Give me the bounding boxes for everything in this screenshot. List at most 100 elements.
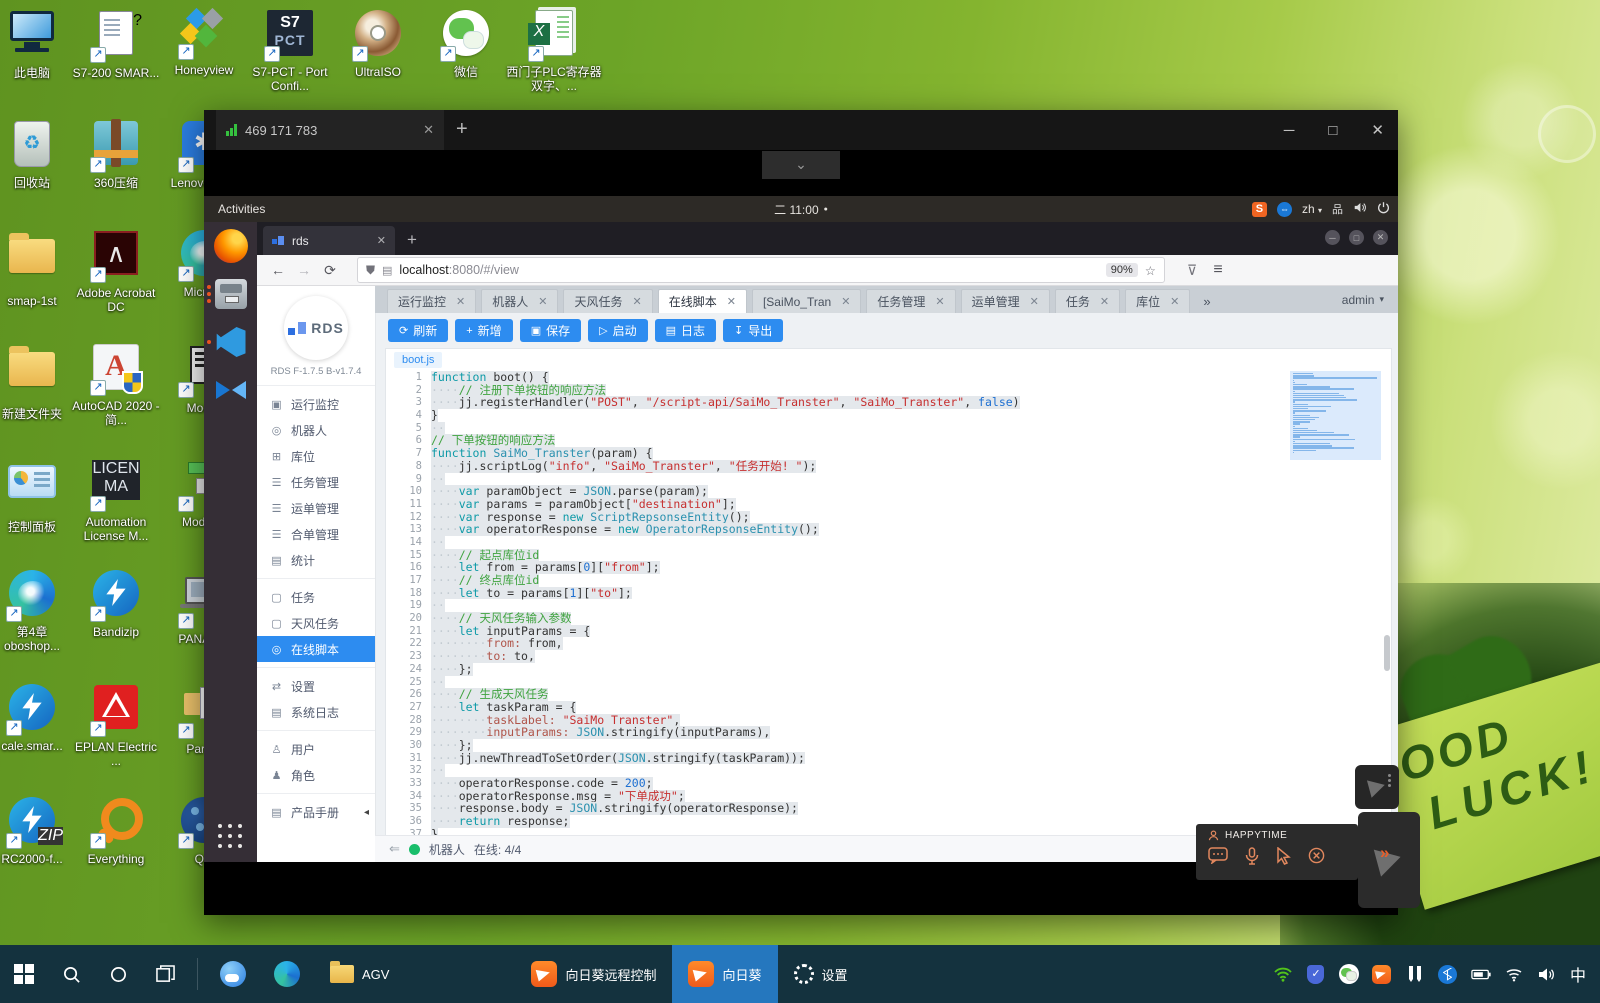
close-tab-icon[interactable]: ✕ [1100, 295, 1109, 308]
desktop-icon-4[interactable]: ↗UltraISO [334, 8, 422, 79]
sidebar-item-在线脚本[interactable]: ◎在线脚本 [257, 636, 375, 662]
sidebar-item-统计[interactable]: ▤统计 [257, 547, 375, 573]
close-tab-icon[interactable]: ✕ [1170, 295, 1179, 308]
desktop-icon-22[interactable]: ↗cale.smar... [0, 682, 76, 753]
maximize-button[interactable]: □ [1328, 122, 1337, 139]
sunlogin-tray-icon[interactable] [1372, 964, 1392, 984]
desktop-icon-11[interactable]: ∧↗Adobe Acrobat DC [72, 228, 160, 314]
clock[interactable]: 二 11:00 [774, 201, 818, 218]
pocket-icon[interactable]: ⊽ [1179, 262, 1205, 279]
speaker-icon[interactable] [1537, 964, 1557, 984]
close-session-icon[interactable]: ✕ [423, 122, 434, 138]
dock-item-vscode[interactable] [204, 318, 257, 366]
desktop-icon-1[interactable]: ?↗S7-200 SMAR... [72, 8, 160, 80]
desktop-icon-6[interactable]: X↗西门子PLC寄存器双字、... [506, 8, 602, 93]
desktop-icon-16[interactable]: 控制面板 [0, 455, 76, 534]
close-tab-icon[interactable]: ✕ [841, 295, 850, 308]
cortana-button[interactable] [95, 945, 142, 1003]
tab-overflow-button[interactable]: » [1195, 289, 1218, 313]
bluetooth-icon[interactable] [1438, 964, 1458, 984]
close-tab-icon[interactable]: ✕ [935, 295, 944, 308]
show-applications-button[interactable] [218, 824, 244, 850]
toolbar-button-启动[interactable]: ▷启动 [588, 319, 647, 342]
drag-dots-icon[interactable] [1388, 774, 1391, 787]
cellular-icon[interactable] [1504, 964, 1524, 984]
taskbar-folder-agv[interactable]: AGV [314, 945, 405, 1003]
close-icon[interactable] [1308, 847, 1325, 870]
desktop-icon-26[interactable]: ↗Everything [72, 795, 160, 866]
sidebar-item-库位[interactable]: ⊞库位 [257, 443, 375, 469]
battery-icon[interactable] [1471, 964, 1491, 984]
power-icon[interactable] [1377, 201, 1390, 217]
desktop-icon-10[interactable]: smap-1st [0, 228, 76, 308]
desktop-icon-8[interactable]: ↗360压缩 [72, 118, 160, 190]
volume-icon[interactable] [1353, 201, 1367, 217]
toolbar-button-刷新[interactable]: ⟳刷新 [388, 319, 448, 342]
sunlogin-mini-panel[interactable] [1355, 765, 1399, 809]
sidebar-item-角色[interactable]: ♟角色 [257, 762, 375, 788]
sidebar-item-运单管理[interactable]: ☰运单管理 [257, 495, 375, 521]
wechat-icon[interactable] [1339, 964, 1359, 984]
code-lines[interactable]: 1function boot() {2····// 注册下单按钮的响应方法3··… [386, 371, 1391, 835]
edge-button[interactable] [260, 945, 314, 1003]
url-bar[interactable]: ⛊ ▤ localhost:8080/#/view 90% ☆ [357, 257, 1165, 283]
user-menu[interactable]: admin ▾ [1342, 286, 1384, 313]
code-editor[interactable]: boot.js 1function boot() {2····// 注册下单按钮… [385, 348, 1392, 836]
sidebar-item-天风任务[interactable]: ▢天风任务 [257, 610, 375, 636]
rds-tab-在线脚本[interactable]: 在线脚本✕ [658, 289, 747, 313]
menu-icon[interactable]: ≡ [1205, 261, 1231, 279]
desktop-icon-2[interactable]: ↗Honeyview [160, 8, 248, 77]
toolbar-button-新增[interactable]: +新增 [455, 319, 512, 342]
task-view-button[interactable] [142, 945, 189, 1003]
desktop-icon-3[interactable]: S7PCT↗S7-PCT - Port Confi... [246, 8, 334, 93]
sidebar-item-产品手册[interactable]: ▤产品手册◂ [257, 799, 375, 825]
cursor-icon[interactable] [1276, 847, 1291, 870]
desktop-icon-25[interactable]: ZIP↗RC2000-f... [0, 795, 76, 866]
rds-tab-[SaiMo_Tran[interactable]: [SaiMo_Tran✕ [752, 289, 861, 313]
dock-item-firefox[interactable] [204, 222, 257, 270]
new-session-button[interactable]: + [456, 118, 468, 141]
teamviewer-icon[interactable]: ⇔ [1277, 202, 1292, 217]
keyboard-layout-indicator[interactable]: zh ▾ [1302, 202, 1322, 216]
minimize-button[interactable]: ─ [1284, 122, 1295, 139]
close-tab-icon[interactable]: ✕ [456, 295, 465, 308]
search-button[interactable] [48, 945, 95, 1003]
panel-collapse-chevron[interactable]: » [1380, 843, 1389, 863]
close-tab-icon[interactable]: ✕ [1030, 295, 1039, 308]
reload-button[interactable]: ⟳ [317, 262, 343, 279]
rds-tab-任务[interactable]: 任务✕ [1055, 289, 1120, 313]
sidebar-item-用户[interactable]: ♙用户 [257, 736, 375, 762]
desktop-icon-19[interactable]: ↗第4章 oboshop... [0, 568, 76, 653]
rds-tab-任务管理[interactable]: 任务管理✕ [866, 289, 955, 313]
close-tab-icon[interactable]: ✕ [377, 234, 386, 247]
rds-tab-机器人[interactable]: 机器人✕ [481, 289, 558, 313]
rds-tab-运行监控[interactable]: 运行监控✕ [387, 289, 476, 313]
rds-tab-库位[interactable]: 库位✕ [1125, 289, 1190, 313]
sunlogin-float-ball[interactable] [1538, 105, 1596, 163]
collapse-sidebar-icon[interactable]: ◂ [364, 807, 369, 818]
desktop-icon-23[interactable]: ↗EPLAN Electric ... [72, 682, 160, 768]
sidebar-item-系统日志[interactable]: ▤系统日志 [257, 699, 375, 725]
desktop-icon-20[interactable]: ↗Bandizip [72, 568, 160, 639]
close-tab-icon[interactable]: ✕ [538, 295, 547, 308]
toolbar-button-日志[interactable]: ▤日志 [655, 319, 716, 342]
firefox-tab-rds[interactable]: rds ✕ [263, 226, 395, 255]
window-buttons[interactable]: ─□✕ [1325, 230, 1388, 245]
page-info-icon[interactable]: ▤ [382, 264, 392, 277]
start-button[interactable] [0, 945, 48, 1003]
collapse-status-icon[interactable]: ⇐ [389, 841, 400, 857]
dock-item-bluediamond[interactable] [204, 366, 257, 414]
sidebar-item-任务[interactable]: ▢任务 [257, 584, 375, 610]
network-icon[interactable]: 品 [1332, 201, 1343, 217]
taskbar-app-向日葵远程控制[interactable]: 向日葵远程控制 [515, 945, 672, 1003]
sidebar-item-任务管理[interactable]: ☰任务管理 [257, 469, 375, 495]
zoom-level-chip[interactable]: 90% [1106, 263, 1138, 277]
activities-button[interactable]: Activities [204, 202, 265, 216]
desktop-icon-0[interactable]: 此电脑 [0, 8, 76, 80]
shield-icon[interactable]: ✓ [1306, 964, 1326, 984]
qqbrowser-button[interactable] [206, 945, 260, 1003]
sidebar-item-机器人[interactable]: ◎机器人 [257, 417, 375, 443]
bookmark-star-icon[interactable]: ☆ [1145, 263, 1156, 278]
sogou-input-icon[interactable]: S [1252, 202, 1267, 217]
toolbar-expand-chevron[interactable]: ⌄ [762, 151, 840, 179]
